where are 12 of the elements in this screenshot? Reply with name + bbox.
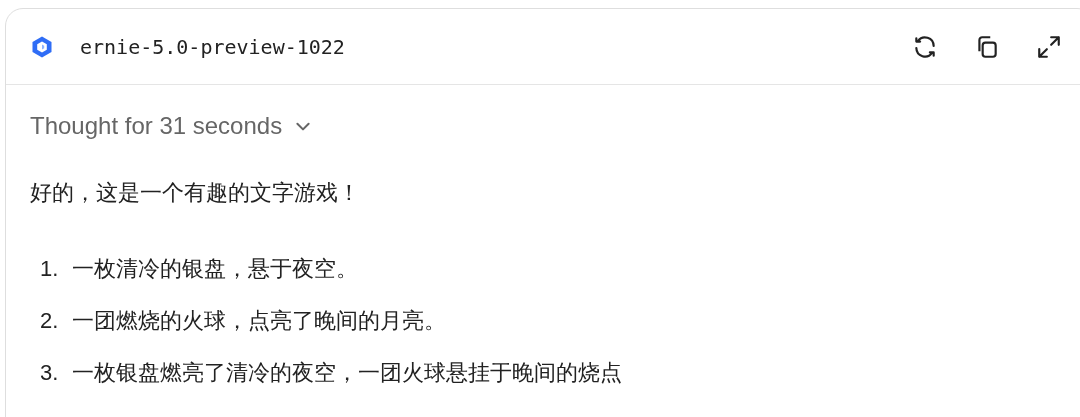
model-name: ernie-5.0-preview-1022 xyxy=(80,34,345,59)
refresh-icon[interactable] xyxy=(912,33,938,60)
list-number: 1. xyxy=(40,255,59,283)
list-item-text: 一枚银盘燃亮了清冷的夜空，一团火球悬挂于晚间的烧点 xyxy=(72,359,623,387)
thought-toggle[interactable]: Thought for 31 seconds xyxy=(30,112,313,140)
cube-logo-icon xyxy=(30,34,54,59)
list-item-text: 一团燃烧的火球，点亮了晚间的月亮。 xyxy=(72,307,447,335)
list-number: 3. xyxy=(40,359,59,387)
expand-icon[interactable] xyxy=(1036,33,1062,60)
list-item-text: 一枚清冷的银盘，悬于夜空。 xyxy=(72,255,359,283)
intro-text: 好的，这是一个有趣的文字游戏！ xyxy=(30,179,361,207)
list-number: 2. xyxy=(40,307,59,335)
